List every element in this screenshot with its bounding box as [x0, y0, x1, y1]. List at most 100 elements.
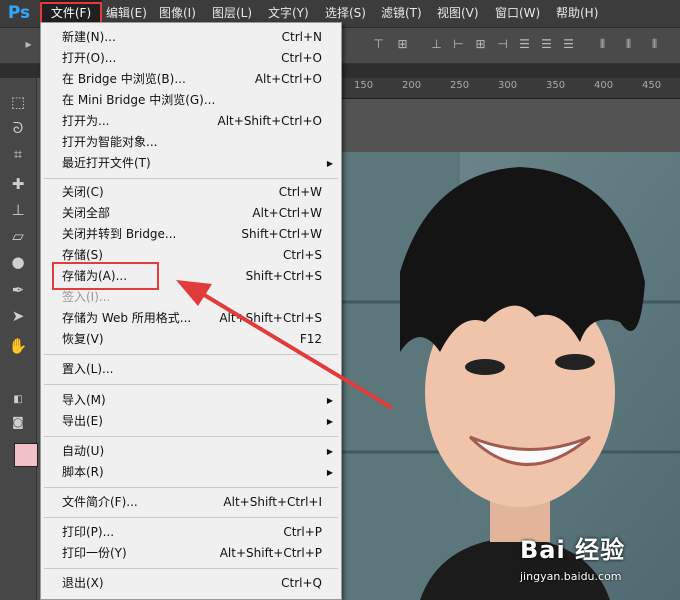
ruler-label: 450 [642, 80, 662, 91]
menu-item-shortcut: Alt+Shift+Ctrl+S [219, 311, 322, 325]
menu-item-label: 在 Bridge 中浏览(B)... [62, 72, 186, 86]
menu-filter[interactable]: 滤镜(T) [381, 0, 422, 27]
menu-item-check-in: 签入(I)... [41, 287, 341, 308]
lasso-tool-icon[interactable]: ᘐ [8, 118, 28, 138]
submenu-arrow-icon: ▶ [326, 447, 333, 456]
watermark-logo: Bai 经验 [520, 536, 626, 564]
menu-item-recent-files[interactable]: 最近打开文件(T) ▶ [41, 153, 341, 174]
menu-item-label: 关闭并转到 Bridge... [62, 227, 177, 241]
menu-item-shortcut: Alt+Shift+Ctrl+P [219, 546, 322, 560]
menu-item-exit[interactable]: 退出(X) Ctrl+Q [41, 573, 341, 594]
menu-item-open[interactable]: 打开(O)... Ctrl+O [41, 48, 341, 69]
distribute-middle-icon[interactable]: ☰ [540, 38, 553, 51]
menu-item-label: 在 Mini Bridge 中浏览(G)... [62, 93, 216, 107]
blur-tool-icon[interactable]: ● [8, 252, 28, 272]
menu-item-shortcut: F12 [299, 332, 322, 346]
menu-item-label: 打开为智能对象... [62, 135, 158, 149]
menu-separator [44, 487, 338, 488]
menu-item-open-as[interactable]: 打开为... Alt+Shift+Ctrl+O [41, 111, 341, 132]
menu-item-shortcut: Ctrl+Q [281, 576, 322, 590]
menu-item-label: 签入(I)... [62, 290, 111, 304]
align-top-icon[interactable]: ⊤ [372, 38, 385, 51]
menu-item-place[interactable]: 置入(L)... [41, 359, 341, 380]
menu-item-automate[interactable]: 自动(U) ▶ [41, 441, 341, 462]
menu-item-shortcut: Ctrl+P [283, 525, 322, 539]
menu-item-shortcut: Alt+Shift+Ctrl+I [223, 495, 322, 509]
ruler-label: 200 [402, 80, 422, 91]
menu-item-shortcut: Ctrl+O [281, 51, 322, 65]
healing-brush-icon[interactable]: ✚ [8, 174, 28, 194]
menu-window[interactable]: 窗口(W) [495, 0, 540, 27]
menu-separator [44, 436, 338, 437]
menu-item-label: 自动(U) [62, 444, 105, 458]
menu-item-label: 存储为 Web 所用格式... [62, 311, 192, 325]
menu-item-print[interactable]: 打印(P)... Ctrl+P [41, 522, 341, 543]
menu-item-label: 关闭全部 [62, 206, 111, 220]
quick-mask-icon[interactable]: ◙ [8, 412, 28, 432]
menu-separator [44, 354, 338, 355]
menu-item-label: 导出(E) [62, 414, 103, 428]
marquee-tool-icon[interactable]: ⬚ [8, 92, 28, 112]
foreground-color-swatch[interactable] [14, 443, 38, 467]
menu-item-label: 最近打开文件(T) [62, 156, 151, 170]
menu-item-scripts[interactable]: 脚本(R) ▶ [41, 462, 341, 483]
menu-item-label: 导入(M) [62, 393, 106, 407]
crop-tool-icon[interactable]: ⌗ [8, 144, 28, 164]
submenu-arrow-icon: ▶ [326, 417, 333, 426]
hand-tool-icon[interactable]: ✋ [8, 336, 28, 356]
move-tool-icon[interactable]: ▸ [22, 38, 35, 51]
menu-item-browse-bridge[interactable]: 在 Bridge 中浏览(B)... Alt+Ctrl+O [41, 69, 341, 90]
pen-tool-icon[interactable]: ✒ [8, 280, 28, 300]
app-logo: Ps [7, 3, 31, 23]
menu-item-label: 文件简介(F)... [62, 495, 138, 509]
distribute-right-icon[interactable]: ⫴ [648, 38, 661, 51]
align-right-icon[interactable]: ⊣ [496, 38, 509, 51]
menu-item-label: 关闭(C) [62, 185, 104, 199]
stamp-tool-icon[interactable]: ⊥ [8, 200, 28, 220]
menu-item-close[interactable]: 关闭(C) Ctrl+W [41, 182, 341, 203]
default-colors-icon[interactable]: ◧ [8, 390, 28, 410]
path-select-icon[interactable]: ➤ [8, 306, 28, 326]
align-center-icon[interactable]: ⊞ [474, 38, 487, 51]
menu-item-label: 打印(P)... [62, 525, 115, 539]
distribute-center-icon[interactable]: ⫴ [622, 38, 635, 51]
menu-item-file-info[interactable]: 文件简介(F)... Alt+Shift+Ctrl+I [41, 492, 341, 513]
menu-item-open-smart-object[interactable]: 打开为智能对象... [41, 132, 341, 153]
menu-item-close-all[interactable]: 关闭全部 Alt+Ctrl+W [41, 203, 341, 224]
align-middle-icon[interactable]: ⊞ [396, 38, 409, 51]
file-dropdown-menu: 新建(N)... Ctrl+N 打开(O)... Ctrl+O 在 Bridge… [40, 22, 342, 600]
menu-item-import[interactable]: 导入(M) ▶ [41, 390, 341, 411]
distribute-bottom-icon[interactable]: ☰ [562, 38, 575, 51]
watermark-url: jingyan.baidu.com [520, 570, 622, 583]
distribute-top-icon[interactable]: ☰ [518, 38, 531, 51]
menu-item-close-go-bridge[interactable]: 关闭并转到 Bridge... Shift+Ctrl+W [41, 224, 341, 245]
menu-item-shortcut: Alt+Ctrl+W [252, 206, 322, 220]
menu-item-save-for-web[interactable]: 存储为 Web 所用格式... Alt+Shift+Ctrl+S [41, 308, 341, 329]
menu-separator [44, 384, 338, 385]
menu-item-new[interactable]: 新建(N)... Ctrl+N [41, 27, 341, 48]
menu-help[interactable]: 帮助(H) [556, 0, 598, 27]
eraser-tool-icon[interactable]: ▱ [8, 226, 28, 246]
menu-item-shortcut: Shift+Ctrl+S [245, 269, 322, 283]
menu-view[interactable]: 视图(V) [437, 0, 479, 27]
menu-item-label: 恢复(V) [62, 332, 104, 346]
menu-item-shortcut: Ctrl+N [281, 30, 322, 44]
menu-item-label: 新建(N)... [62, 30, 116, 44]
menu-item-shortcut: Alt+Shift+Ctrl+O [217, 114, 322, 128]
ruler-label: 250 [450, 80, 470, 91]
menu-separator [44, 568, 338, 569]
menu-separator [44, 178, 338, 179]
baidu-watermark: Bai 经验 jingyan.baidu.com [520, 530, 680, 600]
menu-item-browse-mini-bridge[interactable]: 在 Mini Bridge 中浏览(G)... [41, 90, 341, 111]
submenu-arrow-icon: ▶ [326, 468, 333, 477]
menu-item-label: 置入(L)... [62, 362, 114, 376]
menu-item-export[interactable]: 导出(E) ▶ [41, 411, 341, 432]
menu-item-print-one-copy[interactable]: 打印一份(Y) Alt+Shift+Ctrl+P [41, 543, 341, 564]
align-left-icon[interactable]: ⊢ [452, 38, 465, 51]
menu-separator [44, 517, 338, 518]
distribute-left-icon[interactable]: ⫴ [596, 38, 609, 51]
menu-item-label: 打开为... [62, 114, 110, 128]
menu-item-shortcut: Ctrl+W [278, 185, 322, 199]
menu-item-revert[interactable]: 恢复(V) F12 [41, 329, 341, 350]
align-bottom-icon[interactable]: ⊥ [430, 38, 443, 51]
